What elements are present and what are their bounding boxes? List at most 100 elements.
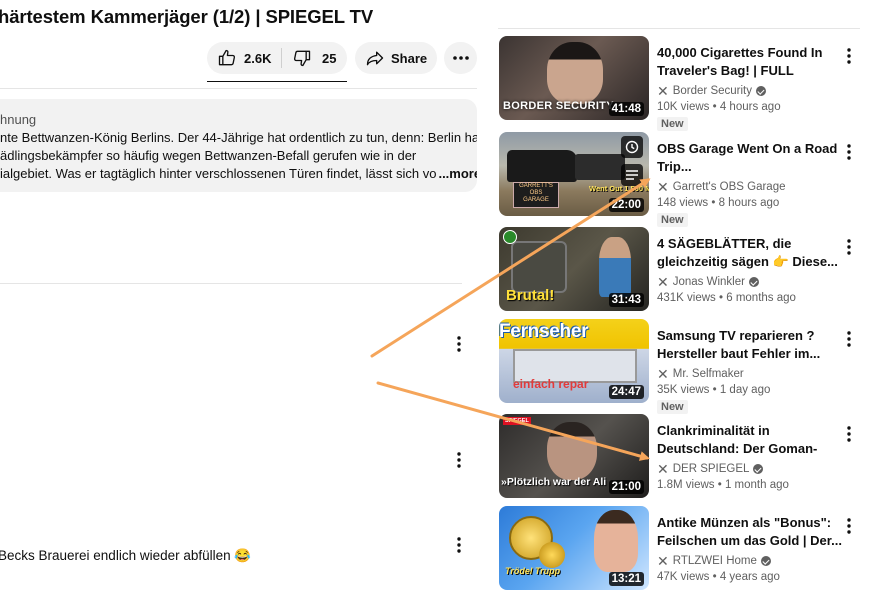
video-thumbnail[interactable]: Trödel Trupp 13:21 xyxy=(499,506,649,590)
video-thumbnail[interactable]: Fernseher einfach repar 24:47 xyxy=(499,319,649,403)
video-meta: 35K views • 1 day ago xyxy=(657,384,771,396)
more-vertical-icon xyxy=(847,331,851,347)
like-count: 2.6K xyxy=(244,50,272,66)
video-menu-button[interactable] xyxy=(842,46,856,66)
verified-check-icon xyxy=(753,464,764,474)
related-video-card[interactable]: GARRETT'S OBS GARAGE Went Out 1,500 Mil 22… xyxy=(498,132,860,227)
related-video-card[interactable]: Trödel Trupp 13:21 Antike Münzen als "Bo… xyxy=(498,506,860,590)
view-count: 35K views xyxy=(657,384,710,396)
x-icon: ✕ xyxy=(657,461,669,477)
more-vertical-icon xyxy=(847,144,851,160)
thumbnail-text: Trödel Trupp xyxy=(505,566,561,576)
add-to-queue-icon[interactable] xyxy=(621,164,643,186)
video-title[interactable]: 4 SÄGEBLÄTTER, die gleichzeitig sägen 👉 … xyxy=(657,235,845,271)
video-menu-button[interactable] xyxy=(842,237,856,257)
video-thumbnail[interactable]: BORDER SECURITY 41:48 xyxy=(499,36,649,120)
channel-name[interactable]: Border Security xyxy=(673,85,752,97)
like-underline xyxy=(207,81,347,82)
channel-name[interactable]: Jonas Winkler xyxy=(673,276,745,288)
description-more-link[interactable]: ...more xyxy=(438,166,477,181)
dislike-count: 25 xyxy=(322,50,337,66)
comment-menu-button[interactable] xyxy=(452,450,466,470)
more-horizontal-icon xyxy=(452,56,469,60)
channel-row: ✕ RTLZWEI Home xyxy=(657,554,845,568)
description-subheader: hnung xyxy=(0,112,37,127)
video-menu-button[interactable] xyxy=(842,329,856,349)
video-duration: 22:00 xyxy=(608,198,644,212)
video-age: 4 years ago xyxy=(719,571,780,583)
comment-text: Becks Brauerei endlich wieder abfüllen 😂 xyxy=(0,548,252,563)
video-menu-button[interactable] xyxy=(842,424,856,444)
video-duration: 31:43 xyxy=(608,293,644,307)
video-age: 1 day ago xyxy=(719,384,771,396)
channel-row: ✕ Border Security xyxy=(657,84,845,98)
x-icon: ✕ xyxy=(657,83,669,99)
verified-check-icon xyxy=(760,556,771,566)
channel-name[interactable]: Mr. Selfmaker xyxy=(673,368,744,380)
video-meta: 47K views • 4 years ago xyxy=(657,571,780,583)
thumbnail-text: BORDER SECURITY xyxy=(503,100,614,112)
view-count: 148 views xyxy=(657,197,709,209)
video-info: 4 SÄGEBLÄTTER, die gleichzeitig sägen 👉 … xyxy=(657,235,845,304)
thumbs-up-icon xyxy=(218,49,236,66)
actions-divider xyxy=(0,88,477,89)
channel-name[interactable]: Garrett's OBS Garage xyxy=(673,181,786,193)
x-icon: ✕ xyxy=(657,553,669,569)
more-actions-button[interactable] xyxy=(444,42,477,74)
video-title[interactable]: OBS Garage Went On a Road Trip... xyxy=(657,140,845,176)
more-vertical-icon xyxy=(847,518,851,534)
more-vertical-icon xyxy=(847,239,851,255)
share-arrow-icon xyxy=(366,51,384,66)
clock-icon[interactable] xyxy=(621,136,643,158)
verified-check-icon xyxy=(748,277,759,287)
video-info: Samsung TV reparieren ? Hersteller baut … xyxy=(657,327,845,415)
more-vertical-icon xyxy=(457,452,461,468)
video-title[interactable]: Samsung TV reparieren ? Hersteller baut … xyxy=(657,327,845,363)
thumbnail-text: »Plötzlich war der Ali xyxy=(501,476,607,488)
verified-check-icon xyxy=(756,86,766,96)
thumbnail-text-secondary: einfach repar xyxy=(513,377,589,391)
channel-name[interactable]: DER SPIEGEL xyxy=(673,463,750,475)
video-meta: 148 views • 8 hours ago xyxy=(657,197,780,209)
view-count: 10K views xyxy=(657,101,710,113)
x-icon: ✕ xyxy=(657,274,669,290)
related-video-card[interactable]: Fernseher einfach repar 24:47 Samsung TV… xyxy=(498,319,860,414)
video-thumbnail[interactable]: Brutal! 31:43 xyxy=(499,227,649,311)
related-video-card[interactable]: Brutal! 31:43 4 SÄGEBLÄTTER, die gleichz… xyxy=(498,227,860,311)
comment-menu-button[interactable] xyxy=(452,535,466,555)
video-menu-button[interactable] xyxy=(842,516,856,536)
new-badge: New xyxy=(657,117,688,131)
channel-name[interactable]: RTLZWEI Home xyxy=(673,555,757,567)
thumbnail-logo: SPIEGEL xyxy=(503,417,531,425)
video-age: 8 hours ago xyxy=(718,197,780,209)
view-count: 1.8M views xyxy=(657,479,715,491)
video-thumbnail[interactable]: GARRETT'S OBS GARAGE Went Out 1,500 Mil 22… xyxy=(499,132,649,216)
new-badge: New xyxy=(657,213,688,227)
video-title[interactable]: Antike Münzen als "Bonus": Feilschen um … xyxy=(657,514,845,550)
sidebar-top-divider xyxy=(498,28,860,29)
view-count: 431K views xyxy=(657,292,716,304)
more-vertical-icon xyxy=(457,336,461,352)
video-info: Antike Münzen als "Bonus": Feilschen um … xyxy=(657,514,845,583)
video-title[interactable]: Clankriminalität in Deutschland: Der Gom… xyxy=(657,422,845,458)
channel-row: ✕ Jonas Winkler xyxy=(657,275,845,289)
thumbnail-text: Fernseher xyxy=(499,321,589,342)
video-duration: 41:48 xyxy=(608,102,644,116)
description-line: nte Bettwanzen-König Berlins. Der 44-Jäh… xyxy=(0,130,477,145)
share-button[interactable]: Share xyxy=(355,42,437,74)
related-video-card[interactable]: SPIEGEL »Plötzlich war der Ali 21:00 Cla… xyxy=(498,414,860,498)
description-line: ädlingsbekämpfer so häufig wegen Bettwan… xyxy=(0,148,417,163)
related-video-card[interactable]: BORDER SECURITY 41:48 40,000 Cigarettes … xyxy=(498,36,860,131)
description-box[interactable]: hnung nte Bettwanzen-König Berlins. Der … xyxy=(0,99,477,192)
video-menu-button[interactable] xyxy=(842,142,856,162)
dislike-button[interactable]: 25 xyxy=(282,42,336,74)
thumbnail-text: Brutal! xyxy=(506,287,555,304)
video-duration: 21:00 xyxy=(608,480,644,494)
video-title[interactable]: 40,000 Cigarettes Found In Traveler's Ba… xyxy=(657,44,845,80)
video-thumbnail[interactable]: SPIEGEL »Plötzlich war der Ali 21:00 xyxy=(499,414,649,498)
video-age: 6 months ago xyxy=(726,292,796,304)
comment-menu-button[interactable] xyxy=(452,334,466,354)
channel-row: ✕ Mr. Selfmaker xyxy=(657,367,845,381)
more-vertical-icon xyxy=(457,537,461,553)
like-button[interactable]: 2.6K xyxy=(207,42,281,74)
